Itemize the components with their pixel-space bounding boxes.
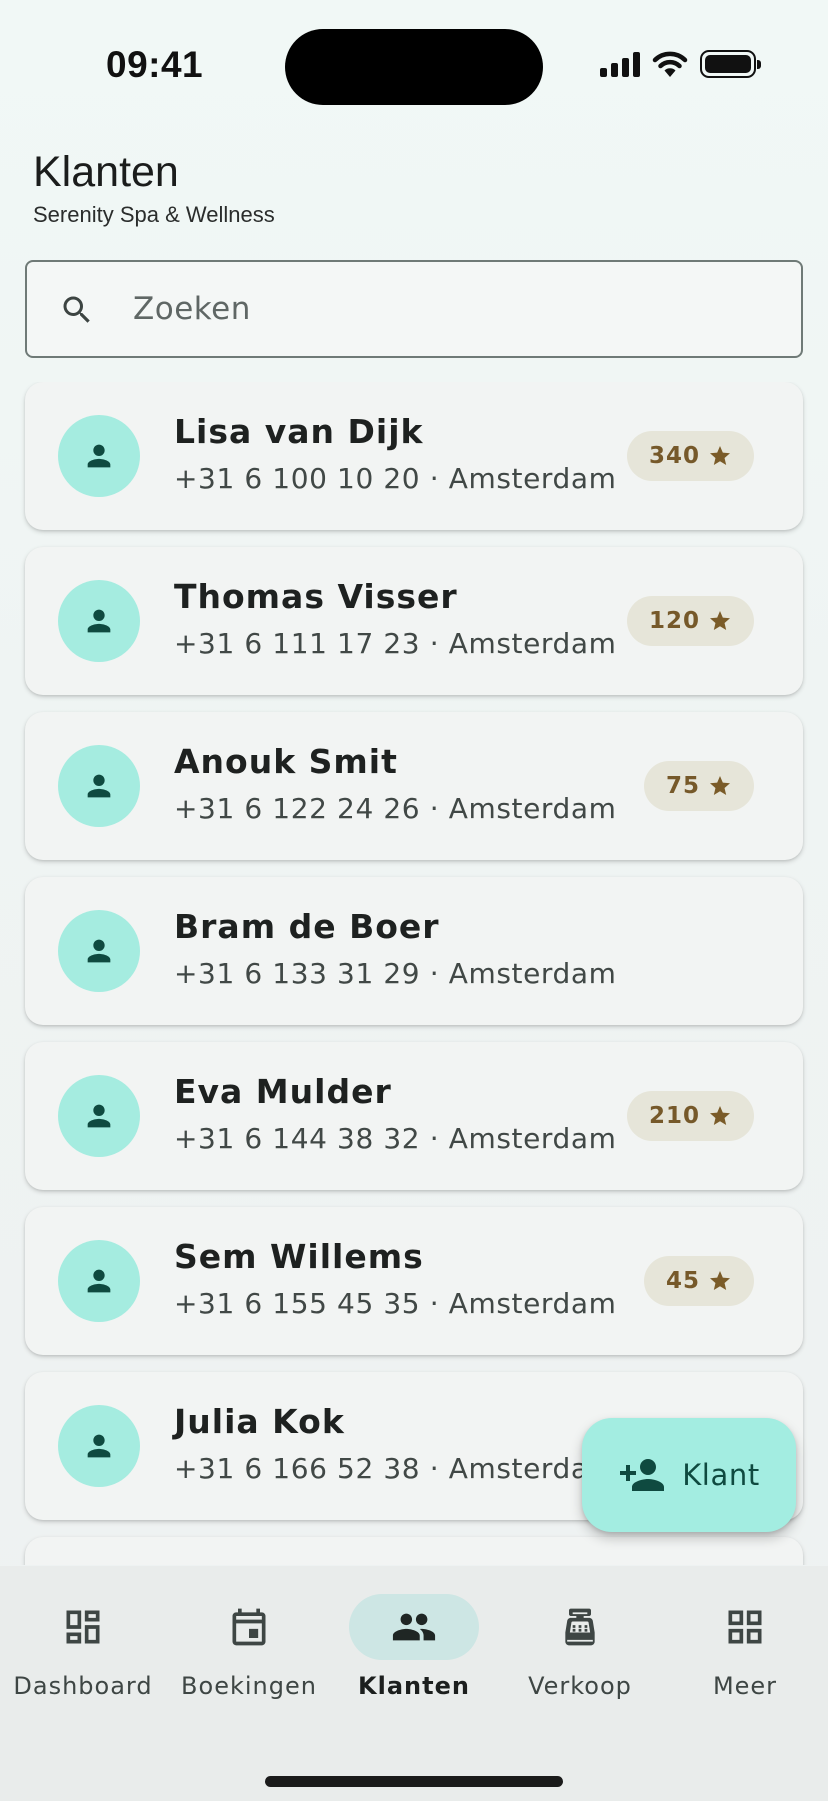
avatar [58,745,140,827]
person-icon [87,1269,111,1293]
star-icon [710,1271,730,1290]
nav-label-meer: Meer [712,1672,778,1700]
nav-label-verkoop: Verkoop [528,1672,632,1700]
search-input[interactable] [133,262,773,356]
client-card[interactable]: Anouk Smit +31 6 122 24 26 · Amsterdam 7… [25,712,803,860]
client-name: Bram de Boer [174,907,440,946]
avatar [58,580,140,662]
calendar-icon [232,1608,266,1646]
bottom-navigation: Dashboard Boekingen Klanten Verkoop Meer [0,1566,828,1801]
star-icon [710,776,730,795]
client-card[interactable]: Lisa van Dijk +31 6 100 10 20 · Amsterda… [25,382,803,530]
points-value: 340 [648,443,700,469]
add-client-label: Klant [682,1458,760,1492]
nav-item-meer[interactable]: Meer [662,1594,828,1704]
client-contact: +31 6 144 38 32 · Amsterdam [174,1122,617,1155]
client-card[interactable] [25,1537,803,1565]
page-subtitle: Serenity Spa & Wellness [33,202,275,227]
points-value: 75 [665,773,700,799]
search-field[interactable] [25,260,803,358]
loyalty-points-badge: 45 [643,1256,754,1306]
nav-label-dashboard: Dashboard [13,1672,153,1700]
avatar [58,415,140,497]
client-card[interactable]: Bram de Boer +31 6 133 31 29 · Amsterdam [25,877,803,1025]
avatar [58,1405,140,1487]
nav-item-verkoop[interactable]: Verkoop [497,1594,663,1704]
person-icon [87,444,111,468]
star-icon [710,446,730,465]
star-icon [710,611,730,630]
page-title: Klanten [33,148,179,196]
points-value: 45 [665,1268,700,1294]
loyalty-points-badge: 210 [626,1091,754,1141]
battery-icon [700,50,761,78]
search-icon [63,296,90,323]
app-header: Klanten Serenity Spa & Wellness [0,130,828,244]
people-icon [392,1613,436,1641]
add-client-button[interactable]: Klant [582,1418,796,1532]
client-card[interactable]: Sem Willems +31 6 155 45 35 · Amsterdam … [25,1207,803,1355]
client-name: Julia Kok [174,1402,345,1441]
dashboard-icon [66,1610,100,1644]
client-contact: +31 6 100 10 20 · Amsterdam [174,462,617,495]
client-contact: +31 6 111 17 23 · Amsterdam [174,627,617,660]
avatar [58,1075,140,1157]
nav-item-klanten[interactable]: Klanten [331,1594,497,1704]
wifi-icon [652,51,688,77]
cellular-signal-icon [600,51,640,77]
client-name: Thomas Visser [174,577,458,616]
nav-label-boekingen: Boekingen [181,1672,317,1700]
client-contact: +31 6 155 45 35 · Amsterdam [174,1287,617,1320]
nav-label-klanten: Klanten [358,1672,470,1700]
client-list: Lisa van Dijk +31 6 100 10 20 · Amsterda… [0,382,828,1565]
person-icon [87,939,111,963]
client-contact: +31 6 166 52 38 · Amsterdam [174,1452,617,1485]
person-icon [87,609,111,633]
client-card[interactable]: Eva Mulder +31 6 144 38 32 · Amsterdam 2… [25,1042,803,1190]
points-value: 210 [648,1103,700,1129]
nav-item-boekingen[interactable]: Boekingen [166,1594,332,1704]
dynamic-island [285,29,543,105]
status-time: 09:41 [106,44,204,85]
person-icon [87,1434,111,1458]
person-icon [87,1104,111,1128]
client-name: Eva Mulder [174,1072,392,1111]
status-icons [600,50,761,78]
home-indicator[interactable] [265,1776,563,1787]
person-icon [87,774,111,798]
person-add-icon [620,1459,665,1491]
avatar [58,1240,140,1322]
client-name: Anouk Smit [174,742,398,781]
nav-item-dashboard[interactable]: Dashboard [0,1594,166,1704]
loyalty-points-badge: 340 [626,431,754,481]
client-name: Lisa van Dijk [174,412,424,451]
grid-icon [728,1610,762,1644]
star-icon [710,1106,730,1125]
client-contact: +31 6 133 31 29 · Amsterdam [174,957,617,990]
points-value: 120 [648,608,700,634]
status-bar: 09:41 [0,0,828,130]
register-icon [565,1608,595,1646]
avatar [58,910,140,992]
loyalty-points-badge: 75 [643,761,754,811]
client-card[interactable]: Thomas Visser +31 6 111 17 23 · Amsterda… [25,547,803,695]
client-contact: +31 6 122 24 26 · Amsterdam [174,792,617,825]
loyalty-points-badge: 120 [626,596,754,646]
client-name: Sem Willems [174,1237,424,1276]
